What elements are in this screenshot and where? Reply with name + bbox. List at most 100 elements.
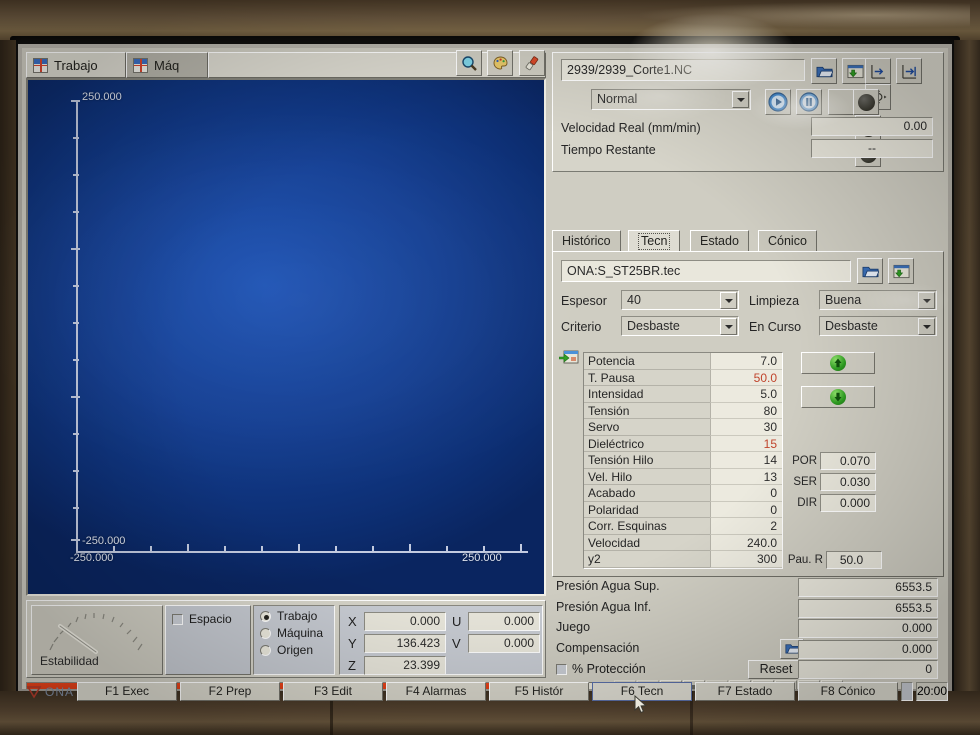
encurso-label: En Curso	[749, 320, 802, 334]
fkey-f3[interactable]: F3 Edit	[283, 682, 384, 701]
tab-trabajo[interactable]: Trabajo	[26, 52, 126, 78]
radio-maquina-label: Máquina	[277, 626, 324, 640]
limpieza-select[interactable]: Buena	[819, 290, 937, 310]
parameter-row[interactable]: y2 300	[584, 551, 782, 568]
tab-historico-label: Histórico	[562, 234, 611, 248]
encurso-value: Desbaste	[825, 319, 878, 333]
parameter-value[interactable]: 30	[710, 419, 782, 436]
fkey-f1[interactable]: F1 Exec	[77, 682, 178, 701]
parameter-value[interactable]: 300	[710, 551, 782, 568]
graphics-view[interactable]: 250.000 -250.000 -250.000 250.000	[26, 78, 546, 596]
offset-value-ser[interactable]: 0.030	[820, 473, 876, 491]
open-program-icon[interactable]	[811, 58, 837, 84]
parameter-value[interactable]: 2	[710, 518, 782, 535]
tiempo-value: --	[811, 139, 933, 158]
radio-origen-label: Origen	[277, 643, 314, 657]
fkey-f5[interactable]: F5 Histór	[489, 682, 590, 701]
coord-value-x[interactable]: 0.000	[364, 612, 446, 631]
parameter-name: y2	[584, 551, 710, 568]
mode-select[interactable]: Normal	[591, 89, 751, 110]
pausa-r-value[interactable]: 50.0	[826, 551, 882, 569]
y-axis	[76, 100, 78, 552]
parameter-row[interactable]: Acabado 0	[584, 485, 782, 502]
palette-icon[interactable]	[487, 50, 514, 76]
marker-icon[interactable]	[518, 50, 545, 76]
axis-end-icon[interactable]	[896, 58, 923, 84]
chevron-down-icon[interactable]	[918, 292, 935, 309]
graphics-canvas[interactable]: 250.000 -250.000 -250.000 250.000	[28, 80, 544, 594]
program-path-field[interactable]: 2939/2939_Corte1.NC	[561, 59, 805, 81]
stability-gauge: Estabilidad	[31, 605, 163, 675]
espacio-group: Espacio	[165, 605, 251, 675]
parameter-row[interactable]: Intensidad 5.0	[584, 386, 782, 403]
tab-maq[interactable]: Máq	[126, 52, 208, 78]
fkey-f2[interactable]: F2 Prep	[180, 682, 281, 701]
tab-estado[interactable]: Estado	[690, 230, 749, 252]
coord-value-y[interactable]: 136.423	[364, 634, 446, 653]
radio-origen[interactable]: Origen	[260, 643, 334, 657]
param-up-button[interactable]	[801, 352, 875, 374]
offset-label-dir: DIR	[797, 497, 817, 509]
parameter-row[interactable]: Servo 30	[584, 419, 782, 436]
criterio-select[interactable]: Desbaste	[621, 316, 739, 336]
parameter-value[interactable]: 13	[710, 468, 782, 485]
parameter-row[interactable]: Vel. Hilo 13	[584, 468, 782, 485]
offset-value-dir[interactable]: 0.000	[820, 494, 876, 512]
axis-label-u: U	[452, 614, 462, 629]
parameter-value[interactable]: 7.0	[710, 353, 782, 370]
play-button[interactable]	[765, 89, 791, 115]
parameter-row[interactable]: Dieléctrico 15	[584, 435, 782, 452]
parameter-value[interactable]: 14	[710, 452, 782, 469]
tech-file-field[interactable]: ONA:S_ST25BR.tec	[561, 260, 851, 282]
chevron-down-icon[interactable]	[732, 91, 749, 108]
coord-value-v[interactable]: 0.000	[468, 634, 540, 653]
tab-trabajo-label: Trabajo	[54, 57, 98, 73]
espacio-checkbox[interactable]: Espacio	[172, 612, 250, 626]
espesor-select[interactable]: 40	[621, 290, 739, 310]
tab-maq-label: Máq	[154, 57, 180, 73]
parameter-row[interactable]: Velocidad 240.0	[584, 534, 782, 551]
pause-button[interactable]	[796, 89, 823, 115]
parameter-row[interactable]: Tensión Hilo 14	[584, 452, 782, 469]
parameter-row[interactable]: T. Pausa 50.0	[584, 369, 782, 386]
parameter-value[interactable]: 0	[710, 485, 782, 502]
proteccion-checkbox[interactable]: % Protección	[556, 662, 646, 676]
coord-value-u[interactable]: 0.000	[468, 612, 540, 631]
radio-maquina[interactable]: Máquina	[260, 626, 334, 640]
espesor-label: Espesor	[561, 294, 607, 308]
velocidad-value: 0.00	[811, 117, 933, 136]
parameter-value[interactable]: 5.0	[710, 386, 782, 403]
tab-historico[interactable]: Histórico	[552, 230, 621, 252]
parameter-row[interactable]: Potencia 7.0	[584, 353, 782, 370]
parameter-value[interactable]: 50.0	[710, 369, 782, 386]
parameter-row[interactable]: Corr. Esquinas 2	[584, 518, 782, 535]
zoom-icon[interactable]	[456, 50, 482, 76]
tab-conico[interactable]: Cónico	[758, 230, 817, 252]
param-down-button[interactable]	[801, 386, 875, 408]
parameter-value[interactable]: 80	[710, 402, 782, 419]
coordinate-readout: X 0.000 Y 136.423 Z 23.399 U 0.000 V 0.0…	[339, 605, 543, 675]
chevron-down-icon[interactable]	[918, 318, 935, 335]
fkey-f7[interactable]: F7 Estado	[695, 682, 796, 701]
stop-button[interactable]	[827, 89, 854, 115]
coord-value-z[interactable]: 23.399	[364, 656, 446, 675]
parameter-row[interactable]: Polaridad 0	[584, 501, 782, 518]
tab-tecn[interactable]: Tecn	[628, 230, 681, 252]
import-params-icon[interactable]	[558, 350, 579, 368]
chevron-down-icon[interactable]	[720, 292, 737, 309]
save-tech-icon[interactable]	[888, 258, 915, 284]
parameter-value[interactable]: 15	[710, 435, 782, 452]
encurso-select[interactable]: Desbaste	[819, 316, 937, 336]
fkey-f4[interactable]: F4 Alarmas	[386, 682, 487, 701]
radio-trabajo[interactable]: Trabajo	[260, 609, 334, 623]
reset-button[interactable]: Reset	[748, 660, 804, 679]
parameter-value[interactable]: 0	[710, 501, 782, 518]
offset-value-por[interactable]: 0.070	[820, 452, 876, 470]
fkey-f8[interactable]: F8 Cónico	[798, 682, 899, 701]
parameter-table[interactable]: Potencia 7.0 T. Pausa 50.0 Intensidad 5.0 Tens…	[583, 352, 783, 569]
chevron-down-icon[interactable]	[720, 318, 737, 335]
open-tech-icon[interactable]	[857, 258, 883, 284]
parameter-value[interactable]: 240.0	[710, 534, 782, 551]
parameter-row[interactable]: Tensión 80	[584, 402, 782, 419]
axis-start-icon[interactable]	[865, 58, 891, 84]
